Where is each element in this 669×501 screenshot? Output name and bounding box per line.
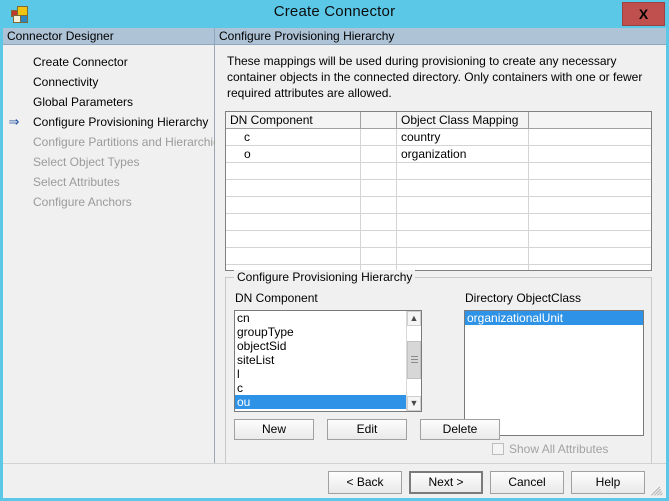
list-item-selected[interactable]: organizationalUnit xyxy=(465,311,643,325)
object-class-mapping-grid[interactable]: DN Component Object Class Mapping c coun… xyxy=(225,111,652,271)
list-item-selected[interactable]: ou xyxy=(235,395,406,409)
title-bar: Create Connector X xyxy=(0,0,669,28)
show-all-attributes-checkbox: Show All Attributes xyxy=(492,442,608,456)
dn-component-scrollbar[interactable]: ▲ ▼ xyxy=(406,311,421,411)
directory-objectclass-list-items: organizationalUnit xyxy=(465,311,643,325)
sidebar-item-label: Create Connector xyxy=(33,55,128,69)
dn-component-listbox[interactable]: cn groupType objectSid siteList l c ou ▲ xyxy=(234,310,422,412)
table-row[interactable]: o organization xyxy=(226,146,651,163)
cell-trailing xyxy=(529,146,651,162)
dialog-client-area: Connector Designer Configure Provisionin… xyxy=(3,28,666,496)
cell-trailing xyxy=(529,129,651,145)
table-row[interactable]: c country xyxy=(226,129,651,146)
delete-button[interactable]: Delete xyxy=(420,419,500,440)
sidebar-item-configure-partitions-and-hierarchies: Configure Partitions and Hierarchies xyxy=(24,132,226,152)
list-item[interactable]: siteList xyxy=(235,353,406,367)
window-title: Create Connector xyxy=(273,3,396,20)
directory-objectclass-label: Directory ObjectClass xyxy=(465,291,582,305)
new-button[interactable]: New xyxy=(234,419,314,440)
main-panel: These mappings will be used during provi… xyxy=(215,45,666,496)
dn-component-list-items: cn groupType objectSid siteList l c ou xyxy=(235,311,406,409)
directory-objectclass-listbox[interactable]: organizationalUnit xyxy=(464,310,644,436)
sidebar-nav-list: Create Connector Connectivity Global Par… xyxy=(9,52,226,212)
table-row-empty[interactable] xyxy=(226,180,651,197)
next-button[interactable]: Next > xyxy=(409,471,483,494)
table-row-empty[interactable] xyxy=(226,214,651,231)
sidebar-item-select-attributes: Select Attributes xyxy=(24,172,214,192)
cell-object-class-mapping: country xyxy=(397,129,529,145)
sidebar-item-label: Select Attributes xyxy=(33,175,120,189)
help-button[interactable]: Help xyxy=(571,471,645,494)
grid-header-row: DN Component Object Class Mapping xyxy=(226,112,651,129)
configure-provisioning-hierarchy-groupbox: Configure Provisioning Hierarchy DN Comp… xyxy=(225,270,652,480)
list-item[interactable]: l xyxy=(235,367,406,381)
table-row-empty[interactable] xyxy=(226,231,651,248)
grid-column-header-dn-component[interactable]: DN Component xyxy=(226,112,361,129)
sidebar-item-global-parameters[interactable]: Global Parameters xyxy=(24,92,214,112)
sidebar-item-configure-provisioning-hierarchy[interactable]: ⇒ Configure Provisioning Hierarchy xyxy=(9,112,214,132)
cell-spacer xyxy=(361,146,397,162)
dialog-footer: < Back Next > Cancel Help xyxy=(3,463,666,498)
table-row-empty[interactable] xyxy=(226,248,651,265)
show-all-attributes-label: Show All Attributes xyxy=(509,442,609,456)
arrow-right-icon: ⇒ xyxy=(8,114,20,129)
sidebar-item-label: Configure Provisioning Hierarchy xyxy=(33,115,209,129)
create-connector-dialog: Create Connector X Connector Designer Co… xyxy=(0,0,669,501)
table-row-empty[interactable] xyxy=(226,163,651,180)
sidebar-item-label: Global Parameters xyxy=(33,95,134,109)
sidebar-item-label: Configure Partitions and Hierarchies xyxy=(33,135,226,149)
grid-column-header-trailing[interactable] xyxy=(529,112,651,129)
sidebar: Create Connector Connectivity Global Par… xyxy=(3,45,226,496)
chevron-down-icon[interactable]: ▼ xyxy=(407,396,421,411)
main-panel-header: Configure Provisioning Hierarchy xyxy=(215,28,666,45)
sidebar-item-connectivity[interactable]: Connectivity xyxy=(24,72,214,92)
edit-button[interactable]: Edit xyxy=(327,419,407,440)
sidebar-item-configure-anchors: Configure Anchors xyxy=(24,192,214,212)
cell-spacer xyxy=(361,129,397,145)
checkbox-box-icon xyxy=(492,443,504,455)
sidebar-item-label: Configure Anchors xyxy=(33,195,132,209)
grip-icon xyxy=(411,356,418,364)
sidebar-item-label: Connectivity xyxy=(33,75,99,89)
resize-grip-icon[interactable] xyxy=(649,482,664,497)
groupbox-title: Configure Provisioning Hierarchy xyxy=(234,270,416,284)
grid-column-header-spacer[interactable] xyxy=(361,112,397,129)
list-item[interactable]: groupType xyxy=(235,325,406,339)
description-text: These mappings will be used during provi… xyxy=(227,54,643,100)
list-item[interactable]: objectSid xyxy=(235,339,406,353)
list-item[interactable]: c xyxy=(235,381,406,395)
chevron-up-icon[interactable]: ▲ xyxy=(407,311,421,326)
sidebar-header: Connector Designer xyxy=(3,28,215,45)
dn-component-label: DN Component xyxy=(235,291,318,305)
close-button[interactable]: X xyxy=(622,2,665,26)
cell-object-class-mapping: organization xyxy=(397,146,529,162)
scrollbar-thumb[interactable] xyxy=(407,341,421,379)
cell-dn-component: c xyxy=(226,129,361,145)
back-button[interactable]: < Back xyxy=(328,471,402,494)
cell-dn-component: o xyxy=(226,146,361,162)
cancel-button[interactable]: Cancel xyxy=(490,471,564,494)
sidebar-item-label: Select Object Types xyxy=(33,155,140,169)
sidebar-item-create-connector[interactable]: Create Connector xyxy=(24,52,214,72)
sidebar-item-select-object-types: Select Object Types xyxy=(24,152,214,172)
grid-column-header-object-class-mapping[interactable]: Object Class Mapping xyxy=(397,112,529,129)
list-item[interactable]: cn xyxy=(235,311,406,325)
table-row-empty[interactable] xyxy=(226,197,651,214)
